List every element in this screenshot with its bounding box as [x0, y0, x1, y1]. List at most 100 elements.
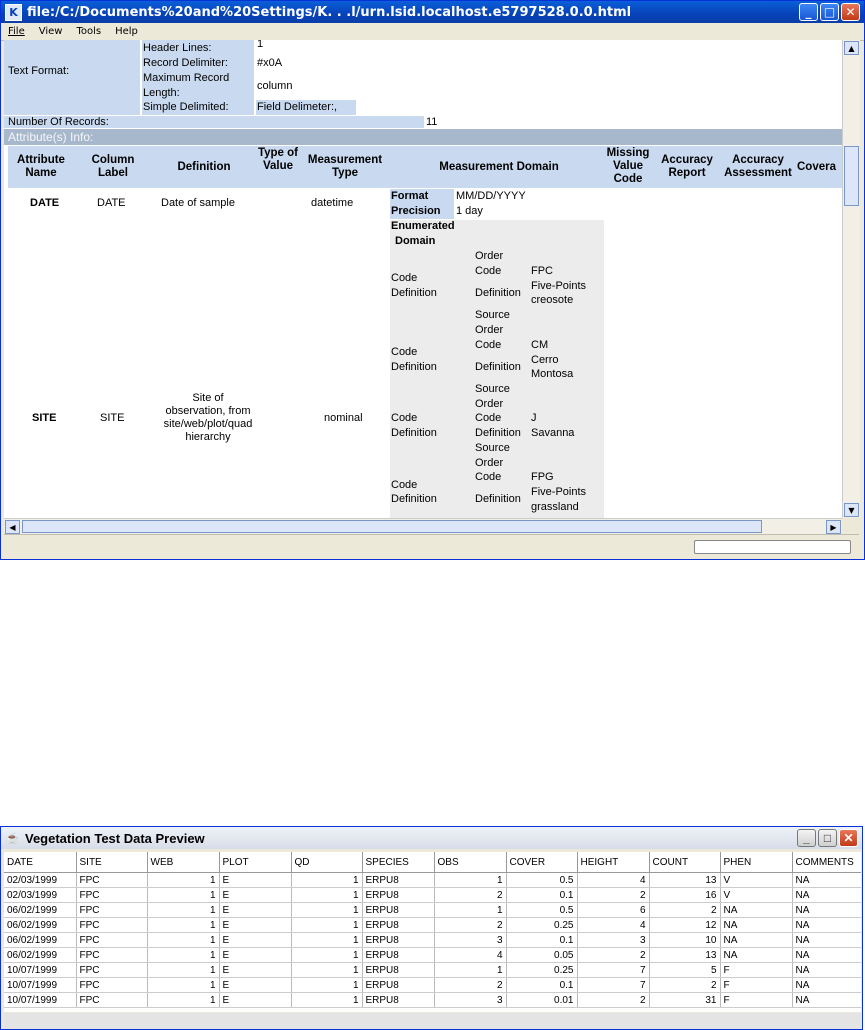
table-cell[interactable]: E — [219, 932, 292, 948]
vertical-scrollbar[interactable]: ▲ ▼ — [842, 40, 860, 518]
scroll-down-icon[interactable]: ▼ — [844, 503, 859, 517]
table-cell[interactable]: 0.25 — [506, 917, 578, 933]
table-cell[interactable]: 31 — [649, 992, 721, 1008]
maximize-icon[interactable]: □ — [820, 3, 839, 21]
table-cell[interactable]: FPC — [76, 947, 148, 963]
table-row[interactable]: 06/02/1999 FPC 1 E 1 ERPU8 2 0.25 4 12 NA NA — [4, 917, 861, 933]
header-qd[interactable]: QD — [291, 852, 363, 873]
close-icon[interactable]: ✕ — [841, 3, 860, 21]
table-cell[interactable]: FPC — [76, 992, 148, 1008]
table-cell[interactable]: 1 — [291, 947, 363, 963]
table-cell[interactable]: 0.01 — [506, 992, 578, 1008]
header-count[interactable]: COUNT — [649, 852, 721, 873]
table-cell[interactable]: E — [219, 917, 292, 933]
preview-table[interactable]: DATE SITE WEB PLOT QD SPECIES OBS COVER … — [4, 852, 861, 1008]
table-cell[interactable]: E — [219, 872, 292, 888]
table-cell[interactable]: 3 — [434, 992, 507, 1008]
table-cell[interactable]: 2 — [434, 977, 507, 993]
table-cell[interactable]: 1 — [434, 872, 507, 888]
menu-view[interactable]: View — [32, 26, 70, 37]
table-cell[interactable]: NA — [792, 962, 861, 978]
table-row[interactable]: 06/02/1999 FPC 1 E 1 ERPU8 1 0.5 6 2 NA NA — [4, 902, 861, 918]
table-cell[interactable]: NA — [792, 992, 861, 1008]
table-cell[interactable]: 0.1 — [506, 887, 578, 903]
table-cell[interactable]: 13 — [649, 872, 721, 888]
table-cell[interactable]: FPC — [76, 962, 148, 978]
header-obs[interactable]: OBS — [434, 852, 507, 873]
table-cell[interactable]: 1 — [147, 872, 220, 888]
table-cell[interactable]: 16 — [649, 887, 721, 903]
table-cell[interactable]: 1 — [147, 902, 220, 918]
table-cell[interactable]: E — [219, 902, 292, 918]
header-plot[interactable]: PLOT — [219, 852, 292, 873]
table-cell[interactable]: FPC — [76, 932, 148, 948]
close-icon[interactable]: ✕ — [839, 829, 858, 847]
table-cell[interactable]: NA — [792, 917, 861, 933]
metadata-window-titlebar[interactable]: K file:/C:/Documents%20and%20Settings/K.… — [1, 1, 864, 23]
table-cell[interactable]: E — [219, 962, 292, 978]
table-cell[interactable]: 2 — [577, 992, 650, 1008]
table-cell[interactable]: FPC — [76, 887, 148, 903]
table-cell[interactable]: 1 — [147, 932, 220, 948]
table-cell[interactable]: 7 — [577, 962, 650, 978]
header-species[interactable]: SPECIES — [362, 852, 435, 873]
table-cell[interactable]: E — [219, 992, 292, 1008]
table-cell[interactable]: 10/07/1999 — [4, 992, 77, 1008]
table-cell[interactable]: 4 — [577, 917, 650, 933]
header-date[interactable]: DATE — [4, 852, 77, 873]
table-cell[interactable]: ERPU8 — [362, 992, 435, 1008]
table-cell[interactable]: V — [720, 887, 793, 903]
table-cell[interactable]: 06/02/1999 — [4, 917, 77, 933]
table-cell[interactable]: 10/07/1999 — [4, 977, 77, 993]
table-cell[interactable]: 1 — [291, 992, 363, 1008]
table-cell[interactable]: 13 — [649, 947, 721, 963]
table-cell[interactable]: 2 — [649, 977, 721, 993]
table-cell[interactable]: 02/03/1999 — [4, 872, 77, 888]
table-cell[interactable]: 7 — [577, 977, 650, 993]
table-cell[interactable]: 0.25 — [506, 962, 578, 978]
table-cell[interactable]: 5 — [649, 962, 721, 978]
table-row[interactable]: 10/07/1999 FPC 1 E 1 ERPU8 3 0.01 2 31 F NA — [4, 992, 861, 1008]
table-cell[interactable]: 1 — [291, 902, 363, 918]
table-cell[interactable]: 02/03/1999 — [4, 887, 77, 903]
table-cell[interactable]: ERPU8 — [362, 872, 435, 888]
table-cell[interactable]: FPC — [76, 917, 148, 933]
table-cell[interactable]: F — [720, 962, 793, 978]
table-cell[interactable]: 1 — [291, 962, 363, 978]
table-cell[interactable]: 06/02/1999 — [4, 932, 77, 948]
horizontal-scrollbar[interactable]: ◀ ▶ — [4, 518, 842, 534]
table-cell[interactable]: NA — [792, 872, 861, 888]
table-cell[interactable]: ERPU8 — [362, 917, 435, 933]
table-row[interactable]: 10/07/1999 FPC 1 E 1 ERPU8 1 0.25 7 5 F NA — [4, 962, 861, 978]
table-cell[interactable]: 2 — [649, 902, 721, 918]
header-comments[interactable]: COMMENTS — [792, 852, 861, 873]
table-row[interactable]: 06/02/1999 FPC 1 E 1 ERPU8 3 0.1 3 10 NA NA — [4, 932, 861, 948]
table-cell[interactable]: NA — [792, 902, 861, 918]
table-cell[interactable]: 1 — [291, 932, 363, 948]
scroll-left-icon[interactable]: ◀ — [5, 520, 20, 534]
header-web[interactable]: WEB — [147, 852, 220, 873]
table-cell[interactable]: E — [219, 977, 292, 993]
table-row[interactable]: 02/03/1999 FPC 1 E 1 ERPU8 1 0.5 4 13 V NA — [4, 872, 861, 888]
menu-file[interactable]: File — [1, 26, 32, 37]
table-cell[interactable]: 1 — [291, 872, 363, 888]
table-cell[interactable]: FPC — [76, 977, 148, 993]
table-cell[interactable]: NA — [792, 977, 861, 993]
table-cell[interactable]: 1 — [147, 947, 220, 963]
header-cover[interactable]: COVER — [506, 852, 578, 873]
table-cell[interactable]: 1 — [434, 902, 507, 918]
table-cell[interactable]: ERPU8 — [362, 887, 435, 903]
menu-tools[interactable]: Tools — [69, 26, 108, 37]
table-cell[interactable]: 12 — [649, 917, 721, 933]
table-cell[interactable]: 4 — [577, 872, 650, 888]
table-cell[interactable]: NA — [792, 932, 861, 948]
table-cell[interactable]: 1 — [147, 887, 220, 903]
table-cell[interactable]: NA — [720, 902, 793, 918]
table-cell[interactable]: ERPU8 — [362, 932, 435, 948]
scroll-right-icon[interactable]: ▶ — [826, 520, 841, 534]
table-cell[interactable]: V — [720, 872, 793, 888]
table-cell[interactable]: 1 — [147, 977, 220, 993]
table-cell[interactable]: 10 — [649, 932, 721, 948]
table-cell[interactable]: 2 — [434, 917, 507, 933]
minimize-icon[interactable]: _ — [797, 829, 816, 847]
